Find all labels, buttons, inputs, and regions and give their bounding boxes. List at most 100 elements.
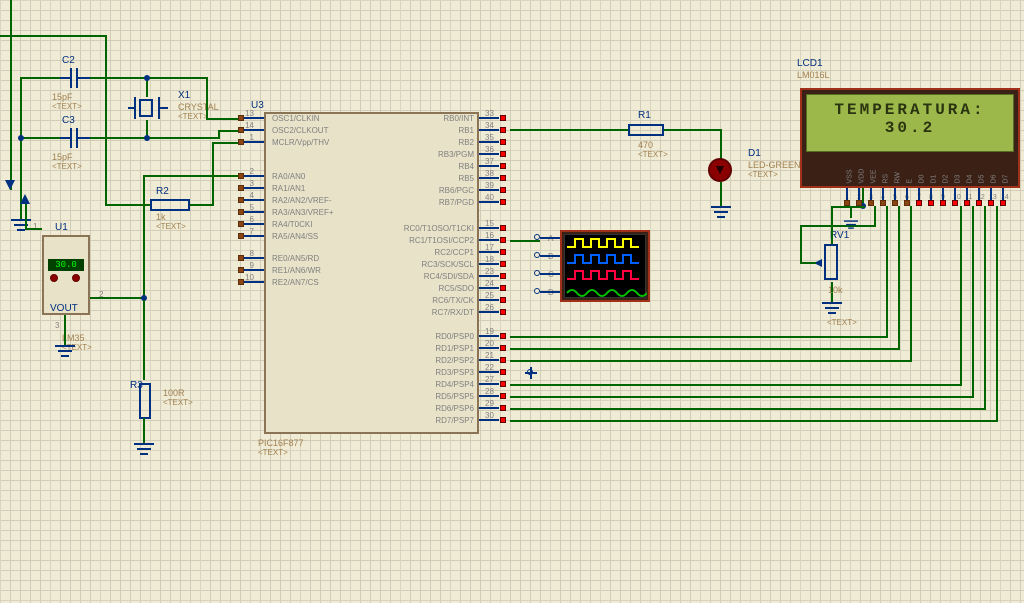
pin-terminal[interactable] [500, 309, 506, 315]
pin-terminal[interactable] [500, 261, 506, 267]
wire [143, 300, 145, 380]
label-x1: X1 [178, 90, 190, 101]
pin-terminal[interactable] [500, 163, 506, 169]
label-r1: R1 [638, 110, 651, 121]
lcd-screen: TEMPERATURA: 30.2 [806, 94, 1014, 152]
pin-terminal[interactable] [500, 115, 506, 121]
pin-stub [870, 188, 872, 200]
capacitor-c2[interactable] [60, 68, 90, 88]
wire [212, 142, 214, 205]
pin-stub [479, 275, 499, 277]
value-lcd1: LM016L [797, 70, 830, 80]
ground-icon [822, 302, 842, 318]
pin-stub [479, 395, 499, 397]
wire [90, 77, 148, 79]
pin-terminal[interactable] [500, 225, 506, 231]
pin-terminal[interactable] [500, 381, 506, 387]
pin-terminal[interactable] [500, 139, 506, 145]
wire [510, 396, 974, 398]
pin-terminal[interactable] [500, 249, 506, 255]
pin-terminal[interactable] [500, 151, 506, 157]
pin-terminal[interactable] [500, 393, 506, 399]
pin-label: RB4 [458, 162, 474, 171]
terminal-hollow[interactable] [534, 288, 540, 294]
wire [720, 129, 722, 159]
pin-stub [1002, 188, 1004, 200]
pin-label: OSC1/CLKIN [272, 114, 320, 123]
pin-label: RB0/INT [443, 114, 474, 123]
pin-stub [479, 407, 499, 409]
ground-icon [844, 220, 858, 231]
pin-stub [479, 371, 499, 373]
pin-terminal[interactable] [500, 297, 506, 303]
wire [148, 77, 208, 79]
lcd-line1: TEMPERATURA: [807, 95, 1013, 119]
pin-terminal[interactable] [500, 345, 506, 351]
lcd-pin-label: D0 [919, 175, 926, 184]
label-u1: U1 [55, 222, 68, 233]
pin-label: RB1 [458, 126, 474, 135]
pin-stub [942, 188, 944, 200]
capacitor-c3[interactable] [60, 128, 90, 148]
wire [996, 206, 998, 422]
wire [800, 262, 816, 264]
pin-stub [244, 223, 264, 225]
value-d1: LED-GREEN [748, 160, 801, 170]
pin-stub [479, 153, 499, 155]
pin-terminal[interactable] [500, 273, 506, 279]
lcd-pin-label: D4 [967, 175, 974, 184]
pin-terminal[interactable] [500, 285, 506, 291]
pin-terminal[interactable] [500, 175, 506, 181]
pin-stub [479, 227, 499, 229]
pin-terminal[interactable] [500, 333, 506, 339]
wire [984, 206, 986, 410]
pin-terminal[interactable] [500, 199, 506, 205]
pot-rv1[interactable] [824, 244, 838, 280]
pin-label: RC0/T1OSO/T1CKI [404, 224, 474, 233]
oscope-screen [564, 234, 646, 298]
pin-terminal[interactable] [500, 417, 506, 423]
lcd-pin-label: RW [895, 172, 902, 184]
wire [20, 77, 60, 79]
wire [510, 420, 998, 422]
text-c2: <TEXT> [52, 102, 82, 111]
terminal-hollow[interactable] [534, 252, 540, 258]
pin-stub [479, 177, 499, 179]
pin-label: RA1/AN1 [272, 184, 305, 193]
pin-terminal[interactable] [500, 187, 506, 193]
u1-display: 30.0 [48, 259, 84, 271]
text-rv1: <TEXT> [827, 318, 857, 327]
pin-terminal[interactable] [500, 237, 506, 243]
value-r1: 470 [638, 140, 653, 150]
pin-stub [244, 235, 264, 237]
value-r2: 1k [156, 212, 166, 222]
wire [20, 77, 22, 139]
pin-stub [479, 347, 499, 349]
pin-stub [244, 269, 264, 271]
pin-label: RD7/PSP7 [435, 416, 474, 425]
pin-label: RD5/PSP5 [435, 392, 474, 401]
led-d1[interactable] [708, 158, 732, 182]
pin-stub [244, 257, 264, 259]
pin-terminal[interactable] [500, 369, 506, 375]
pin-label: RA0/AN0 [272, 172, 305, 181]
wire [510, 336, 888, 338]
lcd-pin-label: VDD [859, 169, 866, 184]
wire [720, 182, 722, 206]
pin-terminal[interactable] [500, 357, 506, 363]
pin-terminal[interactable] [500, 405, 506, 411]
wire [664, 129, 722, 131]
value-x1: CRYSTAL [178, 102, 219, 112]
pin-stub [990, 188, 992, 200]
pin-label: RD4/PSP4 [435, 380, 474, 389]
text-r2: <TEXT> [156, 222, 186, 231]
pin-stub [244, 281, 264, 283]
wire [64, 315, 66, 345]
crystal-x1[interactable] [128, 97, 168, 121]
wire [25, 200, 27, 230]
pin-terminal[interactable] [500, 127, 506, 133]
text-r3: <TEXT> [163, 398, 193, 407]
pin-label: RE1/AN6/WR [272, 266, 321, 275]
terminal-hollow[interactable] [534, 270, 540, 276]
label-r2: R2 [156, 186, 169, 197]
